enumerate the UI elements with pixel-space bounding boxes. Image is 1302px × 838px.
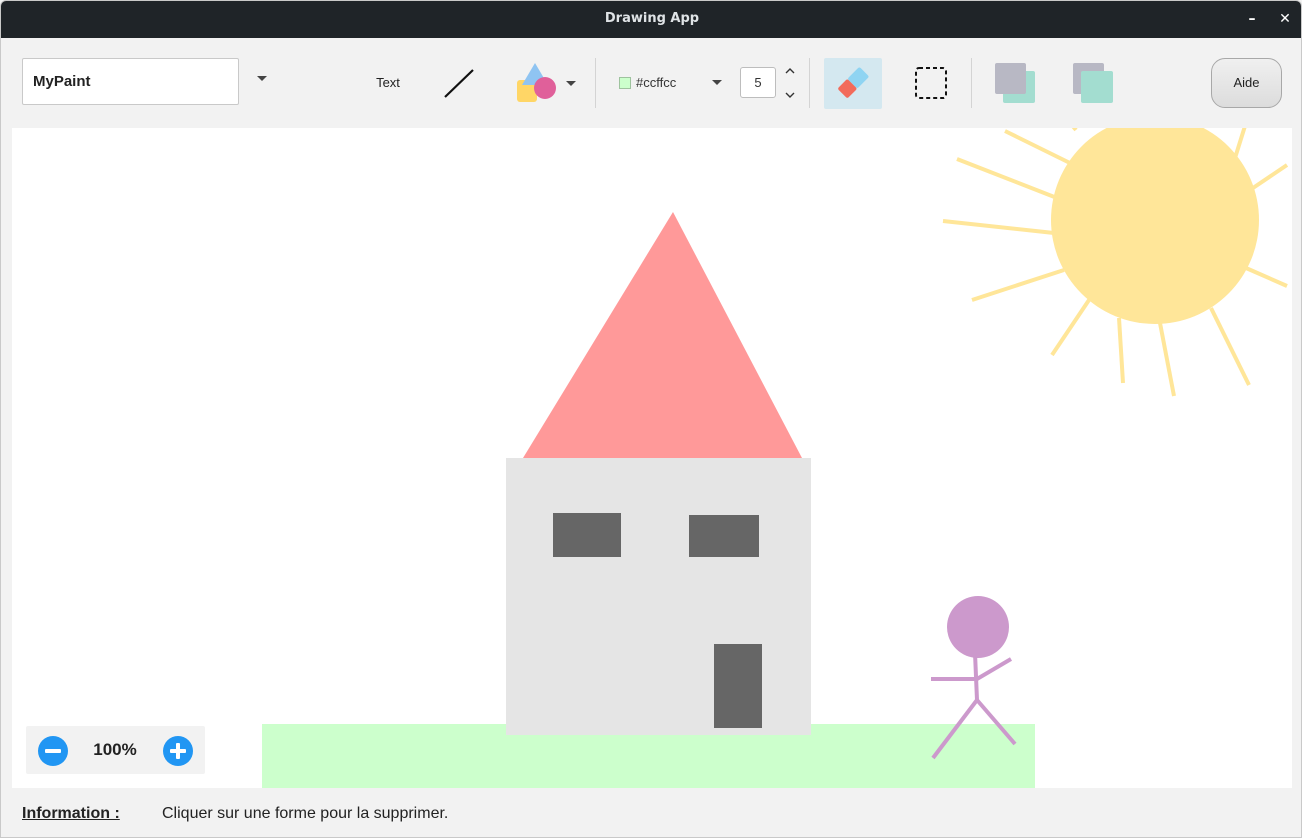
name-dropdown-icon[interactable] (257, 76, 267, 81)
window-right-shape[interactable] (689, 515, 759, 557)
toolbar-divider (595, 58, 596, 108)
roof-shape[interactable] (523, 212, 802, 458)
send-to-back-icon (1073, 63, 1113, 103)
decrement-icon[interactable] (782, 88, 798, 102)
toolbar-divider (971, 58, 972, 108)
color-picker[interactable]: #ccffcc (613, 71, 725, 95)
bring-to-front-icon (995, 63, 1035, 103)
bring-to-front-button[interactable] (989, 58, 1041, 109)
app-window: Drawing App – ✕ MyPaint Text #ccffcc 5 A… (0, 0, 1302, 838)
zoom-out-button[interactable] (38, 736, 68, 766)
stroke-size-field[interactable]: 5 (740, 67, 776, 98)
shapes-icon (517, 63, 556, 102)
color-dropdown-icon (712, 80, 722, 85)
shapes-tool-button[interactable] (513, 60, 561, 106)
line-tool-button[interactable] (439, 64, 479, 104)
window-title: Drawing App (604, 11, 700, 26)
drawing-name-field[interactable]: MyPaint (22, 58, 239, 105)
color-swatch (619, 77, 631, 89)
line-icon (444, 69, 474, 98)
door-shape[interactable] (714, 644, 762, 728)
canvas-drawing (262, 128, 1289, 788)
selection-tool-button[interactable] (905, 58, 957, 109)
house-shape[interactable] (506, 458, 811, 735)
color-value: #ccffcc (636, 75, 677, 90)
help-button[interactable]: Aide (1211, 58, 1282, 108)
zoom-control: 100% (26, 726, 205, 774)
drawing-canvas[interactable] (12, 128, 1292, 788)
toolbar: MyPaint Text #ccffcc 5 Aide (1, 38, 1301, 128)
stickman-head-shape[interactable] (947, 596, 1009, 658)
send-to-back-button[interactable] (1067, 58, 1119, 109)
eraser-tool-button[interactable] (824, 58, 882, 109)
shapes-dropdown-icon[interactable] (566, 81, 576, 86)
status-bar: Information : Cliquer sur une forme pour… (1, 788, 1301, 837)
zoom-in-button[interactable] (163, 736, 193, 766)
status-message: Cliquer sur une forme pour la supprimer. (162, 805, 449, 822)
sun-shape[interactable] (1051, 128, 1259, 324)
window-left-shape[interactable] (553, 513, 621, 557)
text-tool-button[interactable]: Text (366, 72, 410, 94)
eraser-icon (838, 67, 869, 98)
zoom-level: 100% (93, 740, 137, 759)
close-button[interactable]: ✕ (1275, 9, 1295, 29)
title-bar: Drawing App – ✕ (1, 1, 1301, 38)
selection-icon (915, 67, 947, 99)
toolbar-divider (809, 58, 810, 108)
minimize-button[interactable]: – (1242, 9, 1262, 29)
increment-icon[interactable] (782, 64, 798, 78)
status-label: Information : (22, 805, 120, 822)
